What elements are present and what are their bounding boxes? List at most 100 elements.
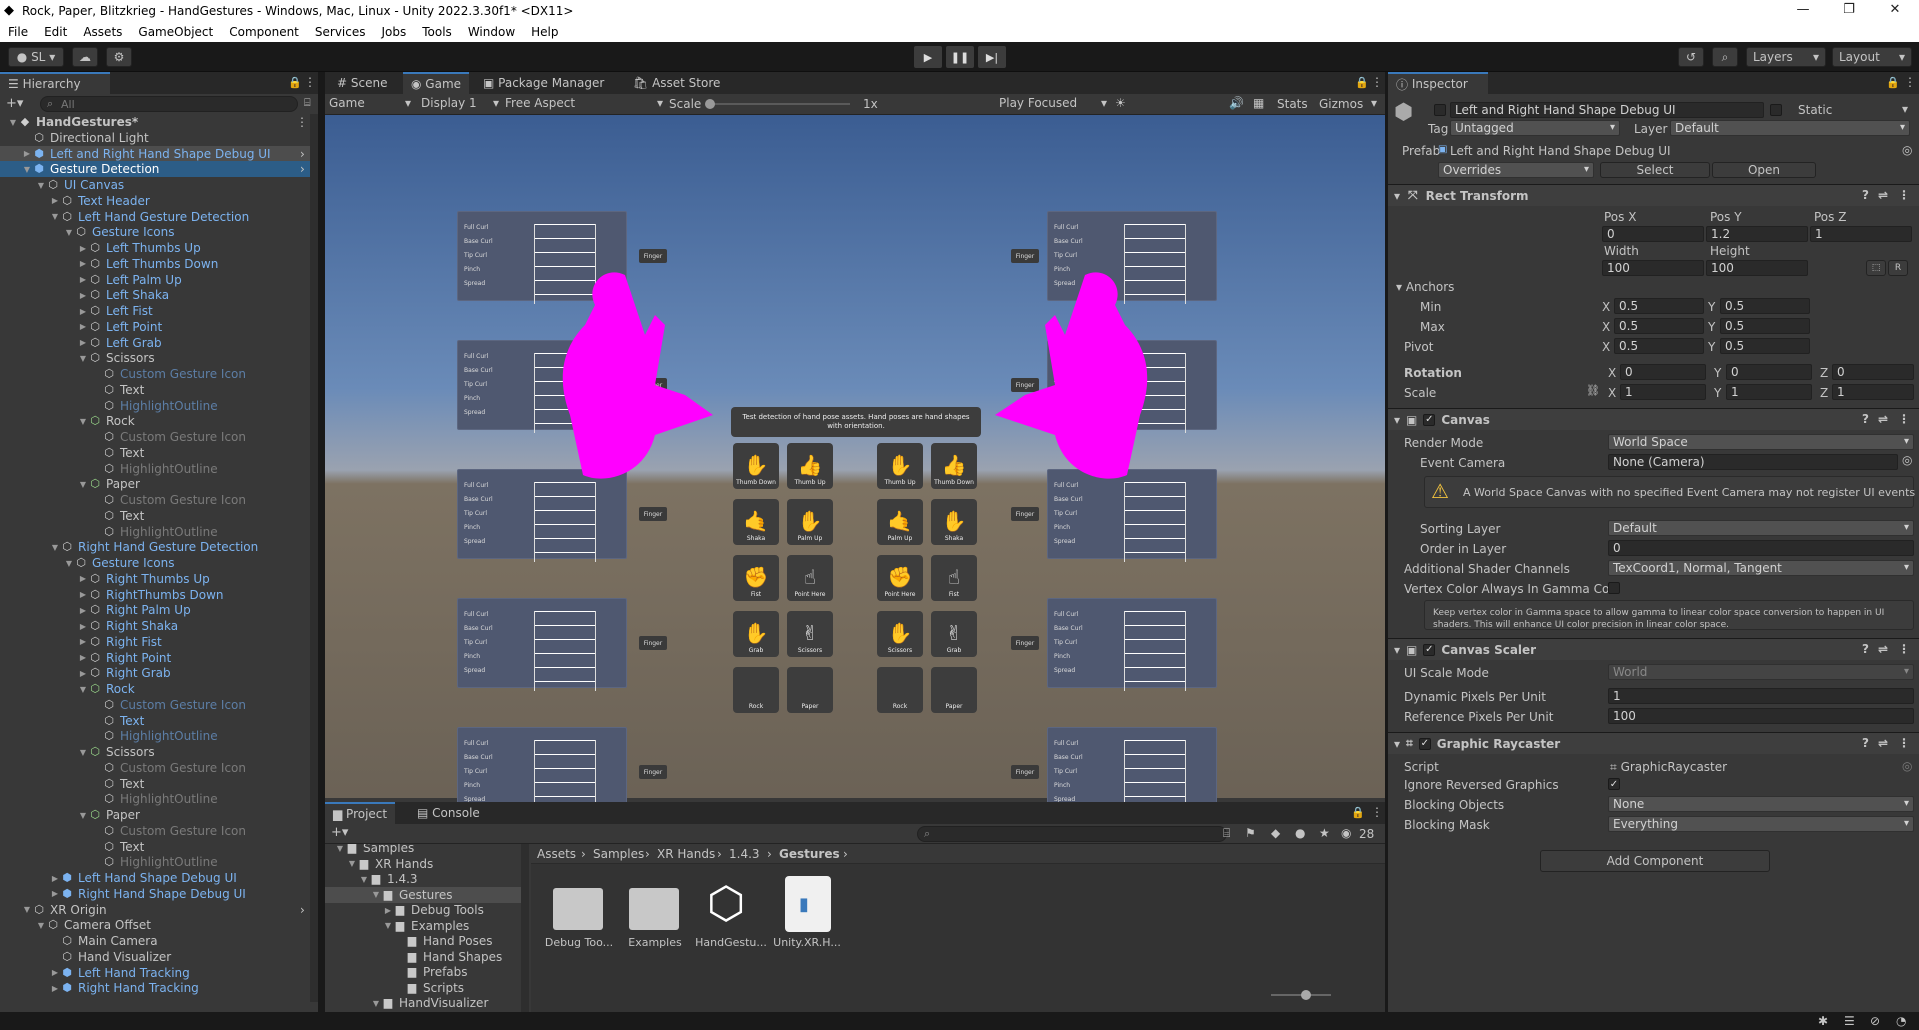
hierarchy-row[interactable]: ▼ ◆ HandGestures* ⋮ <box>0 114 310 130</box>
menu-edit[interactable]: Edit <box>36 25 75 39</box>
chevron-right-icon[interactable]: ▶ <box>78 574 88 583</box>
scale-y-field[interactable]: 1 <box>1726 384 1812 400</box>
project-folder-row[interactable]: ▼ ▆ Examples <box>325 918 521 934</box>
canvas-enabled-checkbox[interactable]: ✓ <box>1423 413 1436 426</box>
menu-services[interactable]: Services <box>307 25 374 39</box>
hierarchy-row[interactable]: ▼ ⬡ UI Canvas <box>0 177 310 193</box>
chevron-down-icon[interactable]: ▼ <box>22 905 32 914</box>
hierarchy-row[interactable]: ▶ ⬢ Left Hand Tracking <box>0 965 310 981</box>
menu-window[interactable]: Window <box>460 25 523 39</box>
notification-icon[interactable]: ◔ <box>1896 1014 1906 1028</box>
add-icon[interactable]: +▾ <box>6 96 23 111</box>
event-camera-field[interactable]: None (Camera) <box>1608 454 1898 470</box>
hierarchy-row[interactable]: ▼ ⬡ Paper <box>0 476 310 492</box>
hierarchy-row[interactable]: ▶ ⬡ Left Point <box>0 319 310 335</box>
chevron-right-icon[interactable]: ▶ <box>78 622 88 631</box>
more-icon[interactable]: ⋮ <box>296 115 308 129</box>
breadcrumb-xr-hands[interactable]: XR Hands <box>657 847 715 861</box>
account-button[interactable]: ● SL ▾ <box>8 47 64 67</box>
asset-item[interactable]: Examples <box>615 872 695 952</box>
scale-x-field[interactable]: 1 <box>1620 384 1706 400</box>
chevron-right-icon[interactable]: ▶ <box>50 874 60 883</box>
height-field[interactable]: 100 <box>1706 260 1808 276</box>
chevron-down-icon[interactable]: ▼ <box>78 685 88 694</box>
chevron-right-icon[interactable]: ▶ <box>78 275 88 284</box>
layout-dropdown[interactable]: Layout ▾ <box>1832 47 1912 67</box>
help-icon[interactable]: ? <box>1862 412 1869 426</box>
tab-project[interactable]: ▆ Project <box>325 802 396 824</box>
minimize-icon[interactable]: — <box>1788 2 1818 17</box>
breadcrumb-assets[interactable]: Assets <box>537 847 576 861</box>
rotation-x-field[interactable]: 0 <box>1620 364 1706 380</box>
hierarchy-row[interactable]: ⬡ Custom Gesture Icon <box>0 760 310 776</box>
shader-channels-dropdown[interactable]: TexCoord1, Normal, Tangent <box>1608 560 1914 576</box>
hierarchy-row[interactable]: ▼ ⬡ Paper <box>0 807 310 823</box>
hierarchy-row[interactable]: ▼ ⬡ Right Hand Gesture Detection <box>0 539 310 555</box>
pos-z-field[interactable]: 1 <box>1810 226 1912 242</box>
save-search-icon[interactable]: ⌸ <box>1223 826 1230 841</box>
sorting-layer-dropdown[interactable]: Default <box>1608 520 1914 536</box>
hierarchy-row[interactable]: ▶ ⬡ Right Point <box>0 650 310 666</box>
chevron-right-icon[interactable]: ▶ <box>78 259 88 268</box>
chevron-right-icon[interactable]: ▶ <box>50 968 60 977</box>
cache-icon[interactable]: ☰ <box>1844 1014 1855 1028</box>
step-button[interactable]: ▶| <box>978 46 1006 68</box>
add-icon[interactable]: +▾ <box>331 825 348 840</box>
hierarchy-row[interactable]: ⬡ Text <box>0 382 310 398</box>
hierarchy-row[interactable]: ⬡ Hand Visualizer <box>0 949 310 965</box>
help-icon[interactable]: ? <box>1862 736 1869 750</box>
hierarchy-row[interactable]: ▶ ⬡ Left Grab <box>0 335 310 351</box>
hierarchy-row[interactable]: ▶ ⬡ Right Thumbs Up <box>0 571 310 587</box>
hierarchy-row[interactable]: ⬡ Custom Gesture Icon <box>0 492 310 508</box>
hierarchy-row[interactable]: ▶ ⬢ Right Hand Tracking <box>0 980 310 996</box>
order-in-layer-field[interactable]: 0 <box>1608 540 1914 556</box>
asset-item[interactable]: ▮ Unity.XR.H... <box>767 872 847 952</box>
network-icon[interactable]: ⊘ <box>1870 1014 1880 1028</box>
menu-file[interactable]: File <box>0 25 36 39</box>
chevron-right-icon[interactable]: ▶ <box>50 889 60 898</box>
hierarchy-row[interactable]: ⬡ Main Camera <box>0 933 310 949</box>
hierarchy-row[interactable]: ⬡ Text <box>0 508 310 524</box>
project-folder-row[interactable]: ▼ ▆ XR Hands <box>325 856 521 872</box>
layer-dropdown[interactable]: Default <box>1670 120 1910 136</box>
label-filter-icon[interactable]: ◆ <box>1271 826 1280 840</box>
chevron-right-icon[interactable]: ▶ <box>78 291 88 300</box>
pause-button[interactable]: ❚❚ <box>946 46 974 68</box>
preset-icon[interactable]: ⇌ <box>1878 412 1888 426</box>
chevron-down-icon[interactable]: ▼ <box>78 417 88 426</box>
canvas-header[interactable]: ▾ ▣ ✓ Canvas ? ⇌ ⋮ <box>1388 408 1919 430</box>
hierarchy-row[interactable]: ▼ ⬡ Rock <box>0 681 310 697</box>
more-icon[interactable]: ⋮ <box>1898 642 1910 656</box>
hierarchy-row[interactable]: ▶ ⬡ RightThumbs Down <box>0 587 310 603</box>
play-focused-dropdown[interactable]: Play Focused ▾ <box>999 96 1111 112</box>
hierarchy-row[interactable]: ▶ ⬡ Left Shaka <box>0 287 310 303</box>
chevron-down-icon[interactable]: ▼ <box>78 811 88 820</box>
chevron-down-icon[interactable]: ▼ <box>36 181 46 190</box>
scale-slider[interactable] <box>705 99 850 109</box>
chevron-down-icon[interactable]: ▼ <box>359 875 369 884</box>
chevron-down-icon[interactable]: ▼ <box>371 890 381 899</box>
hierarchy-row[interactable]: ⬡ HighlightOutline <box>0 854 310 870</box>
pivot-x-field[interactable]: 0.5 <box>1614 338 1704 354</box>
cloud-button[interactable]: ☁ <box>72 47 98 67</box>
graphic-raycaster-header[interactable]: ▾ ⌗ ✓ Graphic Raycaster ? ⇌ ⋮ <box>1388 732 1919 754</box>
lock-icon[interactable]: 🔒 <box>1351 806 1365 819</box>
breadcrumb-version[interactable]: 1.4.3 <box>729 847 760 861</box>
play-button[interactable]: ▶ <box>914 46 942 68</box>
tab-inspector[interactable]: ⓘ Inspector <box>1388 72 1488 94</box>
static-checkbox[interactable] <box>1770 104 1782 116</box>
hierarchy-row[interactable]: ▶ ⬡ Right Shaka <box>0 618 310 634</box>
hierarchy-row[interactable]: ▼ ⬡ Scissors <box>0 744 310 760</box>
project-folder-row[interactable]: ▆ Hand Shapes <box>325 949 521 965</box>
project-folder-row[interactable]: ▼ ▆ 1.4.3 <box>325 871 521 887</box>
tab-console[interactable]: ▤ Console <box>409 802 488 824</box>
zoom-slider[interactable] <box>1271 990 1331 1000</box>
menu-tools[interactable]: Tools <box>414 25 460 39</box>
object-name-field[interactable]: Left and Right Hand Shape Debug UI <box>1450 102 1764 118</box>
chevron-right-icon[interactable]: ▶ <box>78 669 88 678</box>
hierarchy-row[interactable]: ▶ ⬡ Right Palm Up <box>0 602 310 618</box>
project-folder-row[interactable]: ▆ Prefabs <box>325 964 521 980</box>
lock-icon[interactable]: 🔒 <box>1355 76 1369 89</box>
hierarchy-row[interactable]: ▶ ⬡ Right Grab <box>0 665 310 681</box>
filter-icon[interactable]: ⌸ <box>304 96 311 110</box>
